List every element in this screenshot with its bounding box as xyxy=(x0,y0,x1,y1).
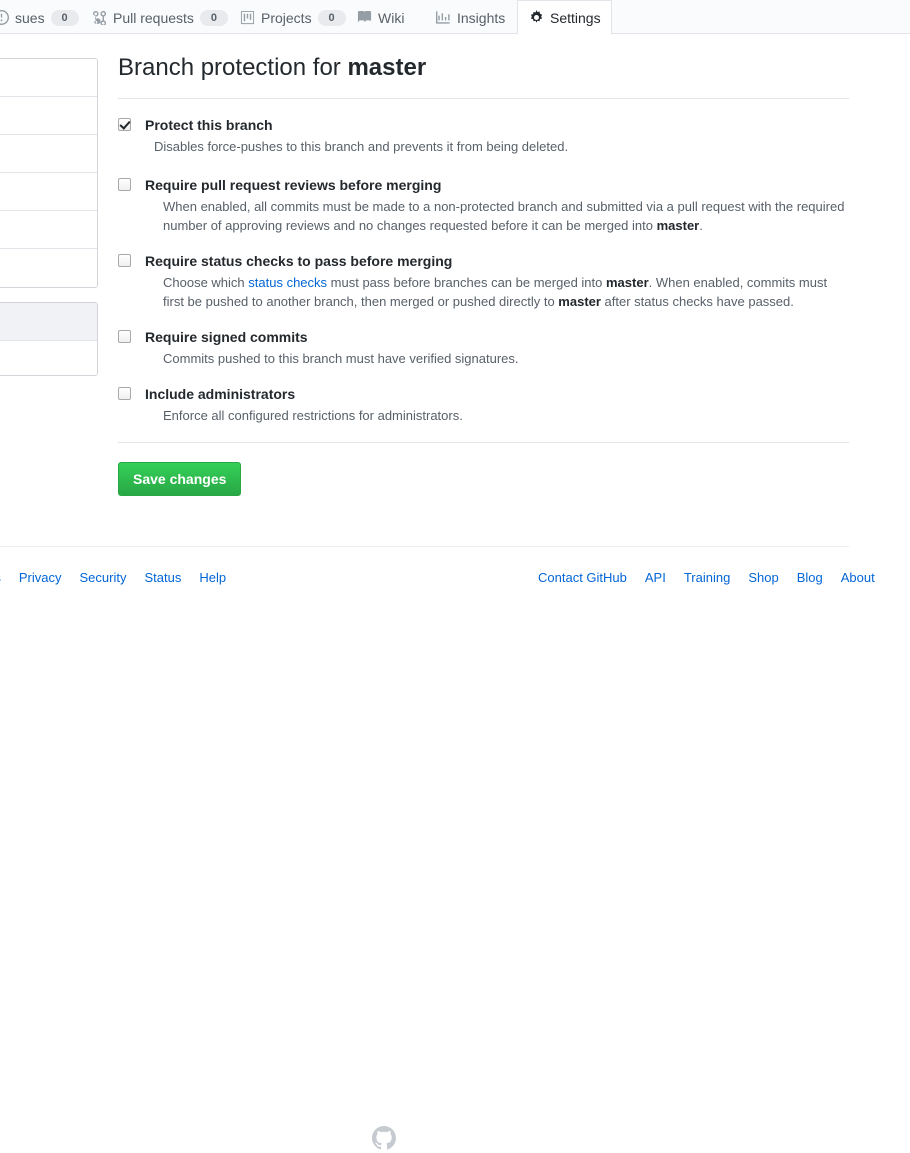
git-pull-request-icon xyxy=(91,10,107,26)
footer-link-status[interactable]: Status xyxy=(144,570,181,585)
footer-links-left: erms Privacy Security Status Help xyxy=(0,570,226,585)
sidebar-item-4[interactable]: ces xyxy=(0,211,97,249)
site-footer: erms Privacy Security Status Help Contact Gi… xyxy=(0,560,910,1150)
checkbox-require-signed-commits[interactable] xyxy=(118,330,131,343)
footer-link-blog[interactable]: Blog xyxy=(797,570,823,585)
checkbox-protect-this-branch[interactable] xyxy=(118,118,131,131)
save-area: Save changes xyxy=(118,443,849,496)
note-text: Enforce all configured restrictions for … xyxy=(163,408,463,423)
note-include-administrators: Enforce all configured restrictions for … xyxy=(163,406,849,425)
footer-link-help[interactable]: Help xyxy=(199,570,226,585)
page-title: Branch protection for master xyxy=(118,52,849,98)
field-require-status-checks: Require status checks to pass before mer… xyxy=(118,252,849,311)
sidebar-menu-secondary xyxy=(0,302,98,376)
label-protect-this-branch[interactable]: Protect this branch xyxy=(145,116,849,134)
graph-icon xyxy=(435,10,451,26)
footer-link-contact-github[interactable]: Contact GitHub xyxy=(538,570,627,585)
tab-label: Wiki xyxy=(378,9,405,26)
note-require-pull-request-reviews: When enabled, all commits must be made t… xyxy=(163,197,849,235)
sidebar-item-5[interactable] xyxy=(0,249,97,287)
settings-main-content: Branch protection for master Protect thi… xyxy=(118,52,849,496)
tab-pull-requests[interactable]: Pull requests 0 xyxy=(80,0,239,34)
tab-label: Insights xyxy=(457,9,506,26)
note-require-status-checks: Choose which status checks must pass bef… xyxy=(163,273,849,311)
tab-counter-badge: 0 xyxy=(199,9,228,26)
note-protect-this-branch: Disables force-pushes to this branch and… xyxy=(154,137,844,156)
footer-links-right: Contact GitHub API Training Shop Blog About xyxy=(538,570,875,585)
label-require-pull-request-reviews[interactable]: Require pull request reviews before merg… xyxy=(145,176,849,194)
tab-projects[interactable]: Projects 0 xyxy=(228,0,357,34)
status-checks-link[interactable]: status checks xyxy=(248,275,327,290)
field-require-pull-request-reviews: Require pull request reviews before merg… xyxy=(118,176,849,235)
repo-nav-tabbar: sues 0 Pull requests 0 Projects 0 Wiki Insights… xyxy=(0,0,910,35)
gear-icon xyxy=(528,10,544,26)
footer-link-privacy[interactable]: Privacy xyxy=(19,570,62,585)
label-include-administrators[interactable]: Include administrators xyxy=(145,385,849,403)
note-text: Choose which xyxy=(163,275,249,290)
footer-divider xyxy=(0,546,849,547)
checkbox-require-pull-request-reviews[interactable] xyxy=(118,178,131,191)
page-title-branch: master xyxy=(347,54,427,81)
page-title-prefix: Branch protection for xyxy=(118,54,348,81)
book-icon xyxy=(356,10,372,26)
note-emphasis: master xyxy=(656,218,700,233)
tab-counter-badge: 0 xyxy=(317,9,346,26)
project-icon xyxy=(239,10,255,26)
footer-link-security[interactable]: Security xyxy=(80,570,127,585)
note-text: When enabled, all commits must be made t… xyxy=(163,199,845,233)
note-text: Disables force-pushes to this branch and… xyxy=(154,139,569,154)
sidebar-item-2[interactable] xyxy=(0,135,97,173)
tab-insights[interactable]: Insights xyxy=(424,0,516,34)
note-emphasis: master xyxy=(558,294,601,309)
branch-protection-fields: Protect this branch Disables force-pushes… xyxy=(118,99,849,425)
tab-label: Projects xyxy=(261,9,312,26)
issue-opened-icon xyxy=(0,10,9,26)
field-require-signed-commits: Require signed commits Commits pushed to … xyxy=(118,328,849,368)
sidebar-item-3[interactable] xyxy=(0,173,97,211)
label-require-status-checks[interactable]: Require status checks to pass before mer… xyxy=(145,252,849,270)
settings-sidebar: ces xyxy=(0,58,98,376)
footer-link-erms[interactable]: erms xyxy=(0,570,1,585)
note-text: must pass before branches can be merged … xyxy=(327,275,606,290)
tab-label: sues xyxy=(15,9,45,26)
github-octocat-icon xyxy=(372,1126,396,1150)
footer-link-api[interactable]: API xyxy=(645,570,666,585)
note-emphasis: master xyxy=(605,275,649,290)
note-text: . xyxy=(699,218,703,233)
sidebar-secondary-item-0[interactable] xyxy=(0,303,97,341)
tab-wiki[interactable]: Wiki xyxy=(345,0,415,34)
sidebar-item-1[interactable] xyxy=(0,97,97,135)
tab-issues[interactable]: sues 0 xyxy=(0,0,90,34)
footer-link-about[interactable]: About xyxy=(841,570,875,585)
tab-counter-badge: 0 xyxy=(50,9,79,26)
checkbox-require-status-checks[interactable] xyxy=(118,254,131,267)
sidebar-secondary-item-1[interactable] xyxy=(0,341,97,375)
tab-label: Settings xyxy=(550,9,601,26)
checkbox-include-administrators[interactable] xyxy=(118,387,131,400)
label-require-signed-commits[interactable]: Require signed commits xyxy=(145,328,849,346)
note-text: Commits pushed to this branch must have … xyxy=(163,351,519,366)
field-protect-this-branch: Protect this branch Disables force-pushes… xyxy=(118,116,849,156)
footer-link-shop[interactable]: Shop xyxy=(748,570,778,585)
footer-link-training[interactable]: Training xyxy=(684,570,730,585)
sidebar-menu-primary: ces xyxy=(0,58,98,288)
field-include-administrators: Include administrators Enforce all config… xyxy=(118,385,849,425)
sidebar-item-0[interactable] xyxy=(0,59,97,97)
note-text: after status checks have passed. xyxy=(600,294,794,309)
note-require-signed-commits: Commits pushed to this branch must have … xyxy=(163,349,849,368)
save-changes-button[interactable]: Save changes xyxy=(118,462,242,496)
tab-settings[interactable]: Settings xyxy=(517,0,612,35)
tab-label: Pull requests xyxy=(113,9,194,26)
